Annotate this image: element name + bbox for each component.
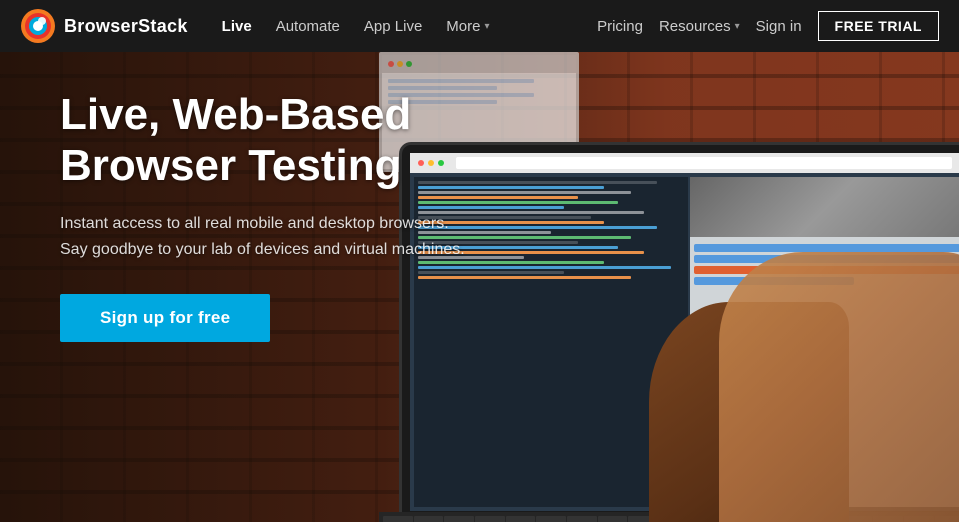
nav-links: Live Automate App Live More ▾ bbox=[212, 12, 597, 41]
brand-name: BrowserStack bbox=[64, 16, 188, 37]
nav-signin[interactable]: Sign in bbox=[756, 18, 802, 35]
nav-pricing[interactable]: Pricing bbox=[597, 18, 643, 35]
hero-subtitle: Instant access to all real mobile and de… bbox=[60, 211, 465, 262]
hero-title: Live, Web-Based Browser Testing bbox=[60, 90, 465, 191]
laptop-decoration bbox=[379, 112, 959, 522]
logo-icon bbox=[20, 8, 56, 44]
resources-chevron-icon: ▾ bbox=[735, 21, 740, 32]
brand-logo[interactable]: BrowserStack bbox=[20, 8, 188, 44]
hero-content: Live, Web-Based Browser Testing Instant … bbox=[60, 90, 465, 342]
free-trial-button[interactable]: FREE TRIAL bbox=[818, 11, 939, 41]
signup-button[interactable]: Sign up for free bbox=[60, 294, 270, 342]
nav-link-automate[interactable]: Automate bbox=[266, 12, 350, 41]
nav-resources[interactable]: Resources ▾ bbox=[659, 18, 740, 35]
nav-link-live[interactable]: Live bbox=[212, 12, 262, 41]
nav-link-applive[interactable]: App Live bbox=[354, 12, 432, 41]
nav-link-more[interactable]: More ▾ bbox=[436, 12, 499, 41]
nav-right: Pricing Resources ▾ Sign in FREE TRIAL bbox=[597, 11, 939, 41]
navbar: BrowserStack Live Automate App Live More… bbox=[0, 0, 959, 52]
more-chevron-icon: ▾ bbox=[484, 21, 489, 32]
hero-section: Live, Web-Based Browser Testing Instant … bbox=[0, 0, 959, 522]
person-hands bbox=[719, 252, 959, 522]
